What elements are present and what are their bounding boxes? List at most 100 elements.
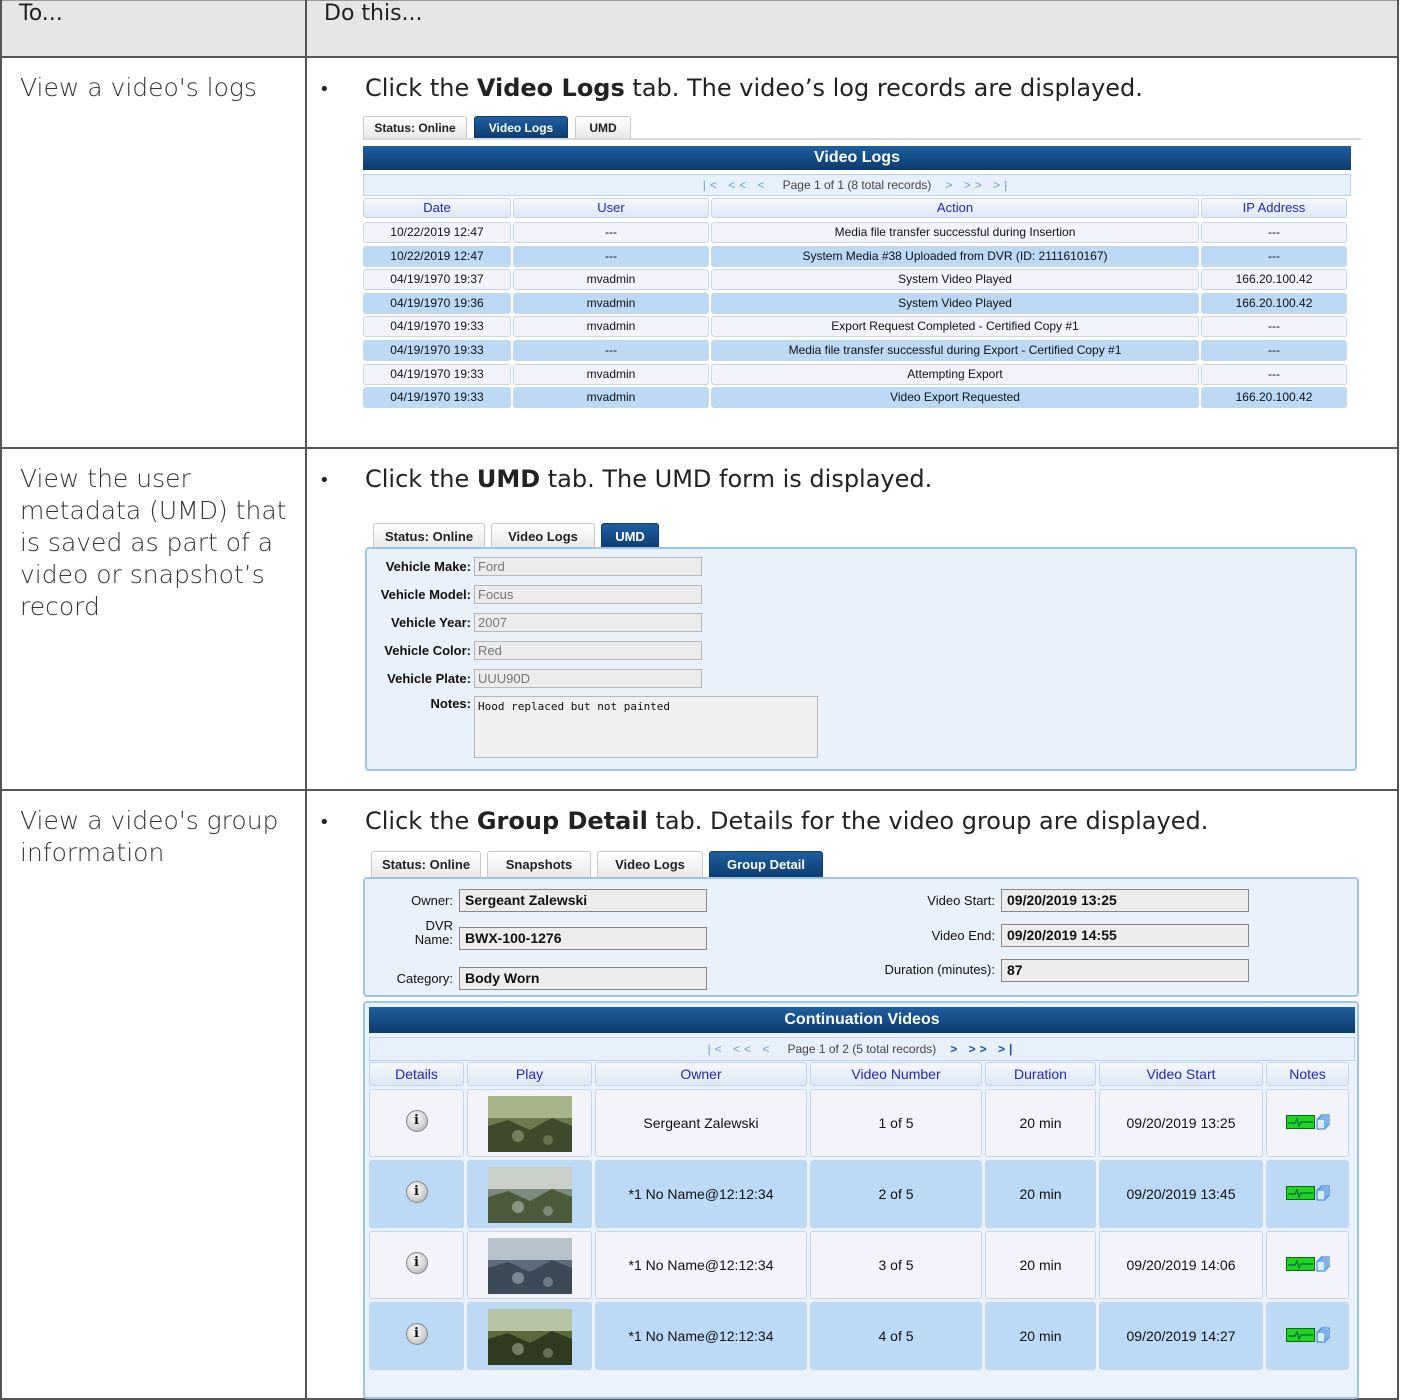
table-row: View a video's group information • Click …	[0, 789, 1399, 1400]
dvr-name-field: BWX-100-1276	[459, 927, 707, 950]
umd-field-label: Vehicle Model:	[380, 587, 471, 602]
umd-field-input[interactable]: Ford	[474, 557, 702, 576]
column-header[interactable]: Video Number	[810, 1062, 982, 1086]
notes-field[interactable]: Hood replaced but not painted	[474, 696, 818, 758]
waveform-icon[interactable]	[1285, 1328, 1315, 1342]
tab-umd[interactable]: UMD	[601, 523, 659, 548]
table-row: View the user metadata (UMD) that is sav…	[0, 447, 1399, 791]
info-icon[interactable]: i	[405, 1323, 428, 1345]
info-icon[interactable]: i	[405, 1181, 428, 1203]
bullet-icon: •	[319, 469, 330, 491]
video-end-label: Video End:	[931, 928, 995, 943]
notes-cell[interactable]	[1266, 1302, 1349, 1370]
copy-pages-icon[interactable]	[1316, 1256, 1330, 1272]
details-cell[interactable]: i	[369, 1302, 464, 1370]
tab-status[interactable]: Status: Online	[363, 116, 467, 138]
video-thumbnail-icon[interactable]	[488, 1309, 572, 1365]
continuation-title: Continuation Videos	[369, 1007, 1355, 1033]
owner-label: Owner:	[411, 893, 453, 908]
column-header[interactable]: Video Start	[1099, 1062, 1263, 1086]
pager-back-icons[interactable]: |< << <	[703, 178, 769, 192]
table-row: View a video's logs • Click the Video Log…	[0, 56, 1399, 449]
details-cell[interactable]: i	[369, 1089, 464, 1157]
notes-cell[interactable]	[1266, 1231, 1349, 1299]
tab-status[interactable]: Status: Online	[373, 523, 485, 548]
tab-video-logs[interactable]: Video Logs	[474, 116, 568, 138]
instructions-table: To... Do this... View a video's logs • Cl…	[0, 0, 1399, 1400]
waveform-icon[interactable]	[1285, 1186, 1315, 1200]
umd-field-input[interactable]: Red	[474, 641, 702, 660]
panel-title: Video Logs	[363, 146, 1351, 170]
waveform-icon[interactable]	[1285, 1115, 1315, 1129]
log-cell: 10/22/2019 12:47	[363, 222, 511, 243]
play-cell[interactable]	[467, 1302, 592, 1370]
pager-forward-icons[interactable]: > >> >|	[945, 178, 1011, 192]
tab-umd[interactable]: UMD	[575, 116, 631, 138]
tab-video-logs[interactable]: Video Logs	[491, 523, 595, 548]
info-icon[interactable]: i	[405, 1110, 428, 1132]
log-cell: ---	[1201, 222, 1347, 243]
tab-video-logs[interactable]: Video Logs	[597, 851, 703, 877]
bullet-icon: •	[319, 811, 330, 833]
details-cell[interactable]: i	[369, 1231, 464, 1299]
umd-field-input[interactable]: 2007	[474, 613, 702, 632]
instruction-line: • Click the Group Detail tab. Details for…	[319, 807, 1209, 835]
play-cell[interactable]	[467, 1160, 592, 1228]
tab-snapshots[interactable]: Snapshots	[487, 851, 591, 877]
log-cell: 04/19/1970 19:33	[363, 340, 511, 361]
dvr-name-label: DVR Name:	[414, 918, 453, 947]
column-header[interactable]: Play	[467, 1062, 592, 1086]
column-header[interactable]: User	[513, 198, 709, 218]
task-text: View a video's group information	[0, 789, 307, 1400]
column-header[interactable]: Date	[363, 198, 511, 218]
column-header[interactable]: Owner	[595, 1062, 807, 1086]
video-start-cell: 09/20/2019 13:45	[1099, 1160, 1263, 1228]
notes-cell[interactable]	[1266, 1160, 1349, 1228]
copy-pages-icon[interactable]	[1316, 1185, 1330, 1201]
continuation-panel: Continuation Videos |< << < Page 1 of 2 (…	[363, 1001, 1359, 1399]
umd-field-input[interactable]: Focus	[474, 585, 702, 604]
log-cell: 10/22/2019 12:47	[363, 245, 511, 267]
umd-field-label: Vehicle Color:	[384, 643, 471, 658]
log-cell: ---	[513, 245, 709, 267]
column-header[interactable]: Action	[711, 198, 1199, 218]
video-number-cell: 3 of 5	[810, 1231, 982, 1299]
copy-pages-icon[interactable]	[1316, 1114, 1330, 1130]
video-thumbnail-icon[interactable]	[488, 1096, 572, 1152]
video-thumbnail-icon[interactable]	[488, 1238, 572, 1294]
log-cell: Attempting Export	[711, 363, 1199, 385]
video-start-cell: 09/20/2019 14:06	[1099, 1231, 1263, 1299]
pager-back-icons[interactable]: |< << <	[708, 1042, 774, 1056]
umd-field-label: Vehicle Make:	[385, 559, 471, 574]
tab-status[interactable]: Status: Online	[371, 851, 481, 877]
log-cell: ---	[1201, 363, 1347, 385]
column-header[interactable]: Duration	[985, 1062, 1096, 1086]
video-duration-cell: 20 min	[985, 1231, 1096, 1299]
umd-form: Vehicle Make: Ford Vehicle Model: Focus Vehi…	[365, 547, 1357, 771]
details-cell[interactable]: i	[369, 1160, 464, 1228]
video-number-cell: 2 of 5	[810, 1160, 982, 1228]
log-cell: 04/19/1970 19:37	[363, 269, 511, 291]
pager-forward-icons[interactable]: > >> >|	[950, 1042, 1016, 1056]
column-header[interactable]: IP Address	[1201, 198, 1347, 218]
video-duration-cell: 20 min	[985, 1160, 1096, 1228]
log-cell: ---	[1201, 245, 1347, 267]
info-icon[interactable]: i	[405, 1252, 428, 1274]
column-header[interactable]: Notes	[1266, 1062, 1349, 1086]
log-cell: Media file transfer successful during In…	[711, 222, 1199, 243]
column-header[interactable]: Details	[369, 1062, 464, 1086]
tab-divider	[363, 138, 1361, 140]
log-cell: ---	[1201, 316, 1347, 338]
umd-field-input[interactable]: UUU90D	[474, 669, 702, 688]
log-cell: mvadmin	[513, 387, 709, 409]
copy-pages-icon[interactable]	[1316, 1327, 1330, 1343]
tab-group-detail[interactable]: Group Detail	[709, 851, 823, 877]
play-cell[interactable]	[467, 1089, 592, 1157]
waveform-icon[interactable]	[1285, 1257, 1315, 1271]
log-cell: 04/19/1970 19:33	[363, 387, 511, 409]
video-thumbnail-icon[interactable]	[488, 1167, 572, 1223]
action-cell: • Click the Group Detail tab. Details for…	[305, 789, 1399, 1400]
notes-cell[interactable]	[1266, 1089, 1349, 1157]
group-detail-screenshot: Status: Online Snapshots Video Logs Grou…	[363, 851, 1371, 1399]
play-cell[interactable]	[467, 1231, 592, 1299]
